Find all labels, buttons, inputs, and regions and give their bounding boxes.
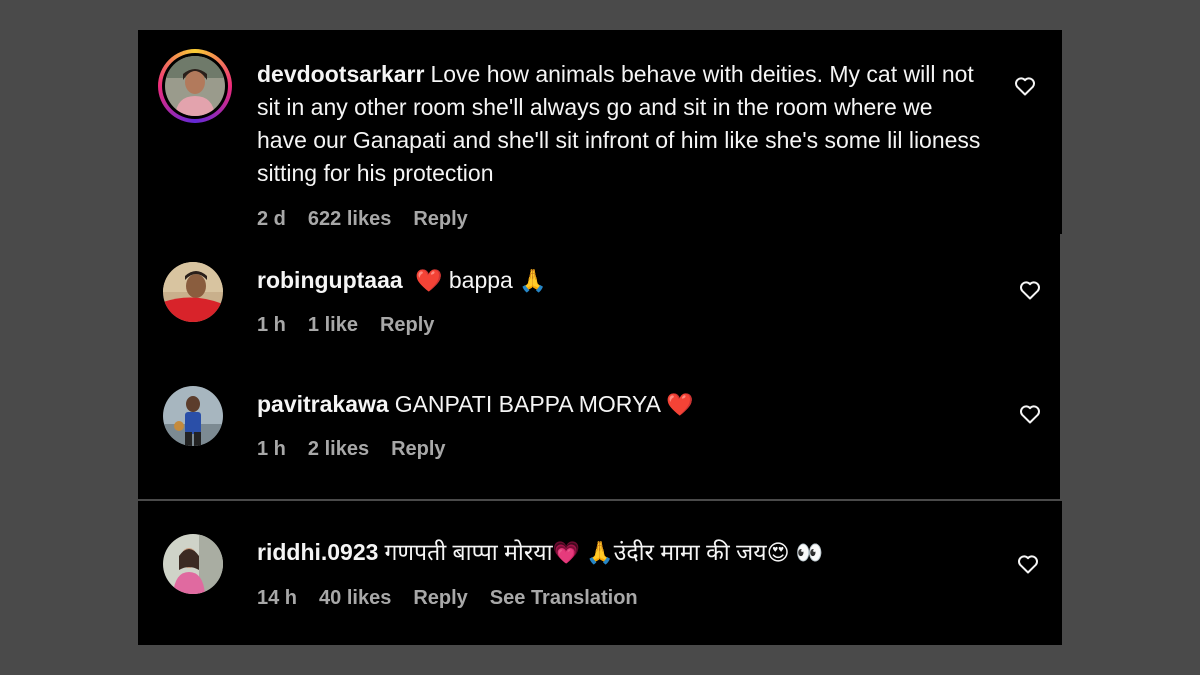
likes-count[interactable]: 2 likes xyxy=(308,438,369,461)
username[interactable]: pavitrakawa xyxy=(257,391,389,417)
timestamp[interactable]: 1 h xyxy=(257,314,286,337)
comment-body-2: उंदीर मामा की जय xyxy=(613,539,767,565)
avatar[interactable] xyxy=(163,534,223,594)
comment-panel-1: devdootsarkarr Love how animals behave wi… xyxy=(138,30,1062,234)
timestamp[interactable]: 14 h xyxy=(257,587,297,610)
comment-text: devdootsarkarr Love how animals behave wi… xyxy=(257,58,987,190)
likes-count[interactable]: 622 likes xyxy=(308,208,391,231)
likes-count[interactable]: 1 like xyxy=(308,314,358,337)
timestamp[interactable]: 2 d xyxy=(257,208,286,231)
avatar[interactable] xyxy=(163,386,223,446)
eyes-emoji: 👀 xyxy=(795,541,824,566)
heart-outline-icon[interactable] xyxy=(1016,552,1040,576)
folded-hands-emoji: 🙏 xyxy=(519,269,547,294)
comment-meta: 14 h 40 likes Reply See Translation xyxy=(257,587,638,610)
heart-eyes-emoji: 😍 xyxy=(766,541,790,566)
timestamp[interactable]: 1 h xyxy=(257,438,286,461)
see-translation-link[interactable]: See Translation xyxy=(490,587,638,610)
red-heart-emoji: ❤️ xyxy=(666,393,694,418)
comment-body: bappa xyxy=(448,267,513,293)
username[interactable]: devdootsarkarr xyxy=(257,61,424,87)
comment-body: गणपती बाप्पा मोरया xyxy=(384,539,553,565)
heart-outline-icon[interactable] xyxy=(1018,278,1042,302)
comment-panel-3: riddhi.0923 गणपती बाप्पा मोरया💗 🙏उंदीर मा… xyxy=(138,501,1062,645)
reply-button[interactable]: Reply xyxy=(391,438,445,461)
likes-count[interactable]: 40 likes xyxy=(319,587,391,610)
avatar[interactable] xyxy=(163,262,223,322)
folded-hands-emoji: 🙏 xyxy=(586,541,614,566)
comment-body: GANPATI BAPPA MORYA xyxy=(394,391,660,417)
reply-button[interactable]: Reply xyxy=(380,314,434,337)
comment-meta: 1 h 1 like Reply xyxy=(257,314,434,337)
comment-text: robinguptaaa ❤️ bappa 🙏 xyxy=(257,264,977,298)
username[interactable]: robinguptaaa xyxy=(257,267,403,293)
comment-meta: 2 d 622 likes Reply xyxy=(257,208,468,231)
avatar[interactable] xyxy=(165,56,225,116)
comment-text: pavitrakawa GANPATI BAPPA MORYA ❤️ xyxy=(257,388,977,422)
heart-outline-icon[interactable] xyxy=(1018,402,1042,426)
comment-text: riddhi.0923 गणपती बाप्पा मोरया💗 🙏उंदीर मा… xyxy=(257,536,1017,570)
pink-heart-emoji: 💗 xyxy=(552,541,580,566)
heart-outline-icon[interactable] xyxy=(1013,74,1037,98)
comment-meta: 1 h 2 likes Reply xyxy=(257,438,446,461)
reply-button[interactable]: Reply xyxy=(413,208,467,231)
comment-panel-2: robinguptaaa ❤️ bappa 🙏 1 h 1 like Reply xyxy=(138,234,1060,499)
red-heart-emoji: ❤️ xyxy=(415,269,443,294)
reply-button[interactable]: Reply xyxy=(413,587,467,610)
username[interactable]: riddhi.0923 xyxy=(257,539,378,565)
